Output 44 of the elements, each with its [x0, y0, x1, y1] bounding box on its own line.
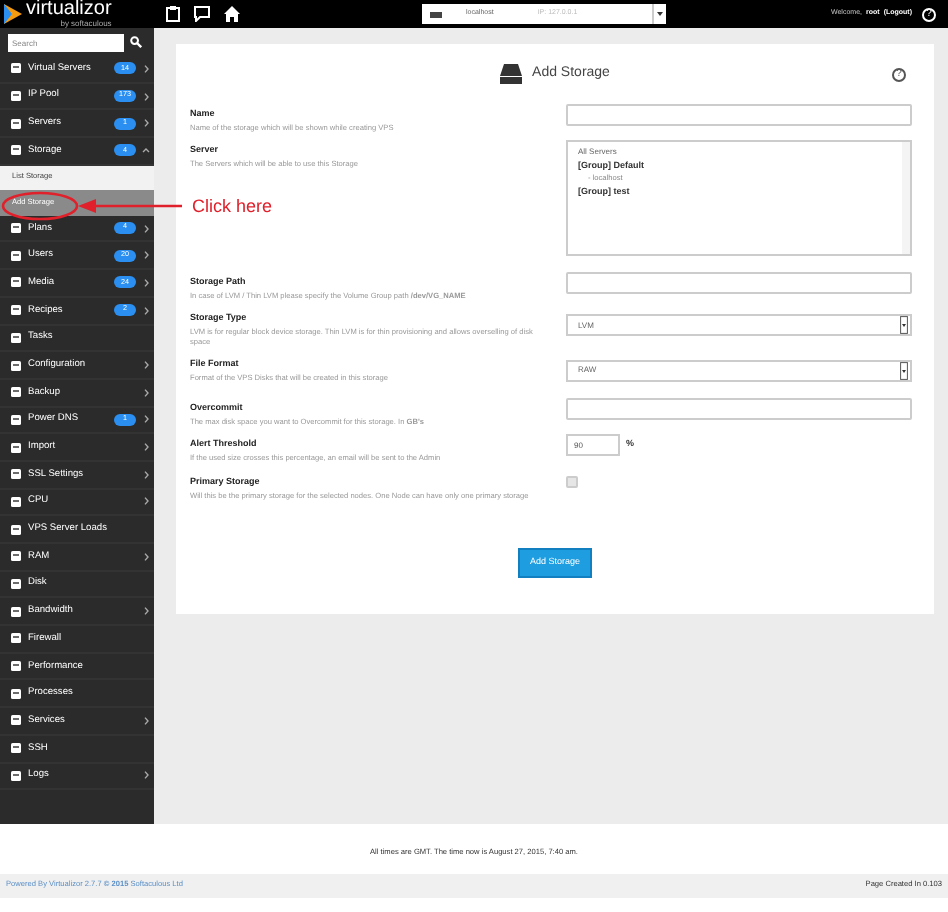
- square-icon: [10, 660, 22, 673]
- square-icon: [10, 222, 22, 235]
- annotation-text: Click here: [192, 194, 273, 220]
- square-icon: [10, 90, 22, 103]
- text-field[interactable]: [566, 104, 912, 126]
- chat-icon[interactable]: [194, 6, 210, 22]
- storage-icon: [500, 64, 523, 84]
- square-icon: [10, 413, 22, 426]
- square-icon: [10, 117, 22, 130]
- checkbox[interactable]: [566, 475, 578, 488]
- caret-icon: [652, 4, 666, 24]
- logo-text: virtualizor: [26, 0, 112, 20]
- square-icon: [10, 304, 22, 317]
- arrow-icon: [78, 198, 182, 214]
- text-field[interactable]: [566, 272, 912, 294]
- square-icon: [10, 62, 22, 75]
- square-icon: [10, 495, 22, 508]
- clipboard-icon[interactable]: [166, 6, 180, 22]
- square-icon: [10, 359, 22, 372]
- square-icon: [10, 386, 22, 399]
- square-icon: [10, 144, 22, 157]
- square-icon: [10, 276, 22, 289]
- square-icon: [10, 550, 22, 563]
- square-icon: [10, 523, 22, 536]
- square-icon: [10, 249, 22, 262]
- square-icon: [10, 769, 22, 782]
- caret-icon: [900, 361, 908, 380]
- square-icon: [10, 742, 22, 755]
- square-icon: [10, 441, 22, 454]
- square-icon: [10, 331, 22, 344]
- square-icon: [10, 468, 22, 481]
- search-icon[interactable]: [130, 36, 142, 48]
- square-icon: [10, 578, 22, 591]
- square-icon: [10, 632, 22, 645]
- highlight-ellipse: [0, 190, 80, 222]
- server-icon: [430, 11, 442, 17]
- caret-icon: [900, 316, 908, 334]
- square-icon: [10, 714, 22, 727]
- logo-icon: [4, 4, 22, 24]
- square-icon: [10, 687, 22, 700]
- square-icon: [10, 605, 22, 618]
- home-icon[interactable]: [224, 6, 240, 22]
- text-field[interactable]: [566, 397, 912, 420]
- scrollbar[interactable]: [902, 142, 910, 254]
